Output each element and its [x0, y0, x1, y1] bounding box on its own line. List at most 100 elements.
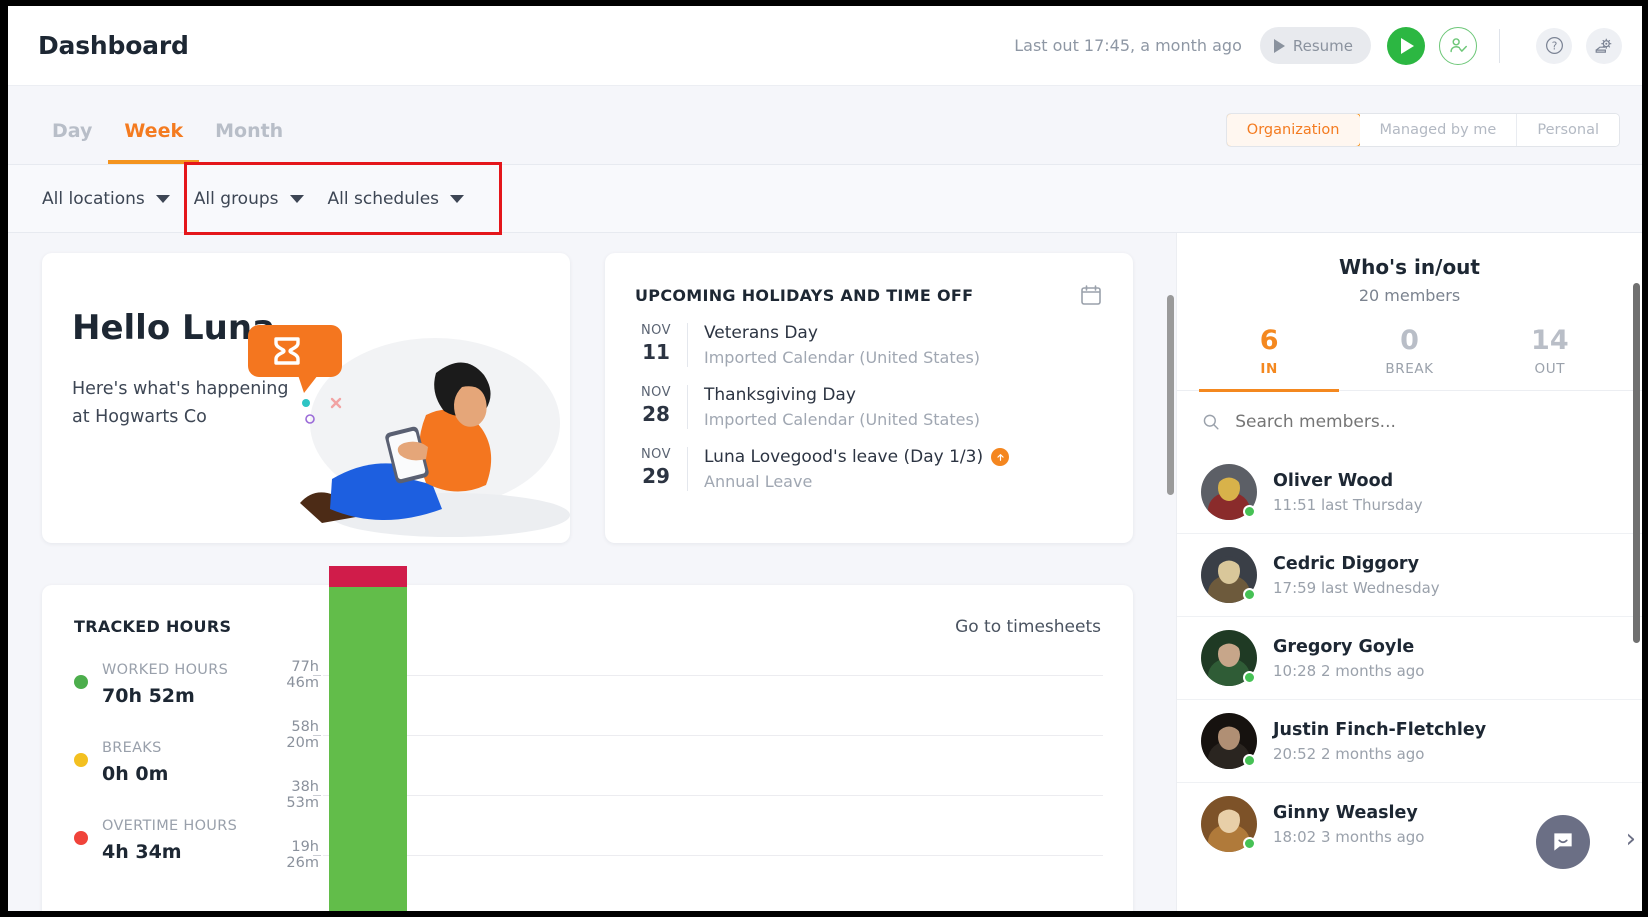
holiday-text: Thanksgiving Day Imported Calendar (Unit… — [704, 385, 980, 429]
greeting-card: Hello Luna Here's what's happening at Ho… — [42, 253, 570, 543]
holiday-item[interactable]: NOV 28 Thanksgiving Day Imported Calenda… — [635, 385, 1103, 429]
member-name: Ginny Weasley — [1273, 802, 1418, 823]
member-name: Cedric Diggory — [1273, 553, 1419, 574]
avatar-wrapper — [1201, 464, 1257, 520]
legend-dot-yellow — [74, 753, 88, 767]
member-text: Cedric Diggory 17:59 last Wednesday — [1273, 554, 1440, 597]
scope-managed-by-me[interactable]: Managed by me — [1359, 114, 1518, 146]
status-tabs: 6 IN 0 BREAK 14 OUT — [1177, 325, 1642, 392]
status-caption: OUT — [1534, 361, 1566, 377]
go-to-timesheets-link[interactable]: Go to timesheets — [955, 617, 1101, 637]
search-members-input[interactable] — [1235, 412, 1618, 432]
filter-all-groups-label: All groups — [193, 188, 279, 209]
status-dot-online — [1243, 837, 1256, 850]
filter-all-schedules-label: All schedules — [327, 188, 440, 209]
tracked-hours-legend: WORKED HOURS 70h 52m BREAKS 0h 0m OVERTI… — [42, 659, 257, 911]
member-name: Justin Finch-Fletchley — [1273, 719, 1487, 740]
tab-day[interactable]: Day — [36, 120, 108, 164]
member-time: 10:28 2 months ago — [1273, 661, 1425, 680]
filter-all-locations[interactable]: All locations — [30, 181, 182, 217]
tracked-hours-chart: 77h 46m 58h 20m 38h 53m 19h 26m — [257, 566, 1103, 911]
chevron-down-icon — [155, 194, 170, 203]
holiday-day: 11 — [642, 340, 670, 364]
status-count: 6 — [1259, 325, 1279, 356]
scope-segmented-control: Organization Managed by me Personal — [1225, 113, 1620, 147]
holiday-date: NOV 11 — [635, 323, 687, 367]
filter-all-locations-label: All locations — [42, 188, 145, 209]
holiday-name: Thanksgiving Day — [704, 385, 856, 405]
holiday-text: Luna Lovegood's leave (Day 1/3) Annual L… — [704, 447, 1010, 491]
legend-value: 4h 34m — [102, 841, 182, 863]
holiday-name-label: Luna Lovegood's leave (Day 1/3) — [704, 447, 984, 467]
play-icon — [1273, 38, 1285, 53]
bar-week[interactable] — [329, 566, 407, 911]
holiday-day: 28 — [642, 402, 670, 426]
main-content: Hello Luna Here's what's happening at Ho… — [8, 233, 1176, 911]
play-icon — [1401, 37, 1414, 54]
search-icon — [1203, 414, 1219, 430]
holiday-month: NOV — [640, 447, 672, 462]
legend-label: BREAKS — [102, 740, 162, 756]
bar-segment-worked — [329, 587, 407, 911]
avatar-wrapper — [1201, 547, 1257, 603]
gridline — [323, 855, 1103, 856]
panel-scrollbar[interactable] — [1633, 283, 1640, 643]
legend-overtime-hours: OVERTIME HOURS 4h 34m — [74, 815, 257, 863]
help-button[interactable]: ? — [1536, 27, 1572, 64]
member-list-item[interactable]: Cedric Diggory 17:59 last Wednesday — [1177, 533, 1642, 616]
main-scrollbar[interactable] — [1167, 295, 1174, 495]
arrow-up-icon — [991, 448, 1010, 466]
filter-all-schedules[interactable]: All schedules — [316, 181, 477, 217]
scope-organization[interactable]: Organization — [1226, 114, 1361, 146]
chat-bubble-icon — [1554, 833, 1572, 851]
legend-dot-red — [74, 831, 88, 845]
status-tab-in[interactable]: 6 IN — [1199, 325, 1340, 392]
holiday-item[interactable]: NOV 11 Veterans Day Imported Calendar (U… — [635, 323, 1103, 367]
resume-button-label: Resume — [1292, 36, 1353, 55]
member-time: 11:51 last Thursday — [1273, 495, 1423, 514]
page-title: Dashboard — [38, 31, 189, 60]
tracked-hours-title: TRACKED HOURS — [74, 617, 232, 636]
resume-button[interactable]: Resume — [1259, 27, 1371, 64]
status-tab-out[interactable]: 14 OUT — [1480, 325, 1620, 392]
holidays-list: NOV 11 Veterans Day Imported Calendar (U… — [605, 307, 1133, 491]
person-check-button[interactable] — [1439, 26, 1477, 65]
member-list-item[interactable]: Justin Finch-Fletchley 20:52 2 months ago — [1177, 699, 1642, 782]
legend-breaks: BREAKS 0h 0m — [74, 737, 257, 785]
member-list-item[interactable]: Gregory Goyle 10:28 2 months ago — [1177, 616, 1642, 699]
whos-in-out-title: Who's in/out — [1339, 255, 1480, 279]
whos-in-out-panel: Who's in/out 20 members 6 IN 0 BREAK 14 … — [1176, 233, 1642, 911]
legend-label: WORKED HOURS — [102, 662, 229, 678]
holiday-month: NOV — [640, 323, 672, 338]
y-axis-tick-label: 38h 53m — [286, 779, 319, 811]
y-axis-tick-label: 19h 26m — [286, 839, 319, 871]
status-tab-break[interactable]: 0 BREAK — [1339, 325, 1479, 392]
tab-month[interactable]: Month — [199, 120, 299, 164]
chat-widget-button[interactable] — [1536, 815, 1590, 869]
member-list-item[interactable]: Oliver Wood 11:51 last Thursday — [1177, 451, 1642, 533]
last-out-status: Last out 17:45, a month ago — [1014, 36, 1242, 55]
holidays-card-header: UPCOMING HOLIDAYS AND TIME OFF — [605, 253, 1133, 307]
member-name: Gregory Goyle — [1273, 636, 1415, 657]
filter-all-groups[interactable]: All groups — [182, 181, 316, 217]
calendar-icon[interactable] — [1079, 283, 1103, 307]
header-divider — [1499, 28, 1500, 63]
app-window: Dashboard Last out 17:45, a month ago Re… — [8, 6, 1642, 911]
tab-week[interactable]: Week — [108, 120, 200, 164]
status-caption: BREAK — [1385, 361, 1434, 377]
status-count: 0 — [1400, 325, 1419, 356]
legend-worked-hours: WORKED HOURS 70h 52m — [74, 659, 257, 707]
holiday-date: NOV 28 — [635, 385, 687, 429]
clock-in-play-button[interactable] — [1387, 26, 1425, 65]
gridline — [323, 675, 1103, 676]
avatar-wrapper — [1201, 713, 1257, 769]
member-text: Gregory Goyle 10:28 2 months ago — [1273, 637, 1424, 680]
holiday-item[interactable]: NOV 29 Luna Lovegood's leave (Day 1/3) A… — [635, 447, 1103, 491]
period-tabs: Day Week Month — [36, 120, 299, 164]
settings-button[interactable] — [1586, 27, 1622, 64]
holiday-name: Luna Lovegood's leave (Day 1/3) — [704, 447, 1010, 467]
panel-expand-button[interactable]: › — [1626, 824, 1636, 854]
scope-personal[interactable]: Personal — [1517, 114, 1619, 146]
member-search-row — [1177, 391, 1642, 451]
question-mark-icon: ? — [1545, 37, 1563, 54]
